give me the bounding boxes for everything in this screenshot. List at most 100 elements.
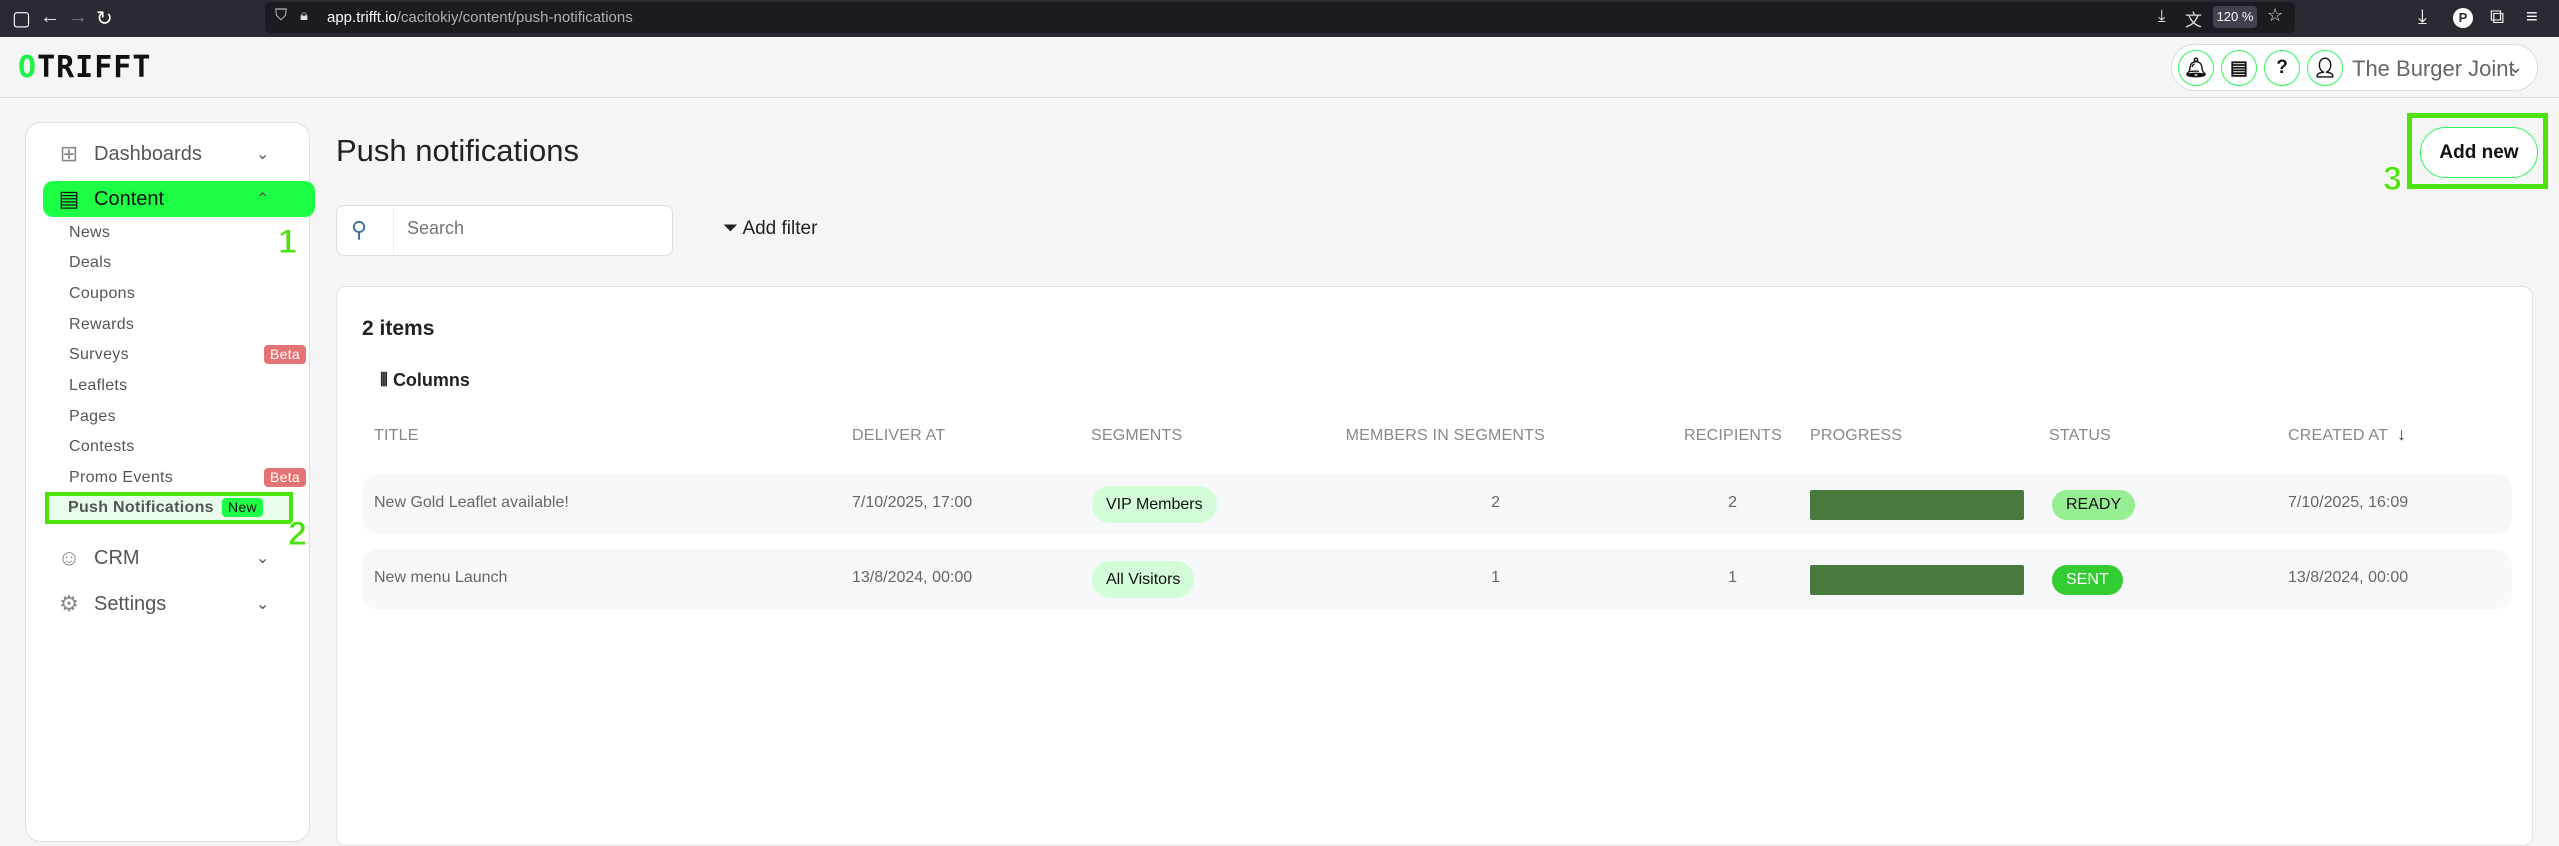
- bookmark-star-icon[interactable]: ☆: [2267, 5, 2283, 26]
- sidebar-label: Content: [94, 187, 165, 210]
- shield-icon[interactable]: ⛉: [275, 7, 287, 25]
- progress-bar: [1810, 490, 2024, 520]
- columns-button[interactable]: ⦀ Columns: [380, 370, 470, 391]
- url-domain: app.trifft.io: [327, 9, 397, 26]
- downloads-icon[interactable]: ⤓: [2418, 6, 2427, 29]
- sidebar-item-crm[interactable]: ☺ CRM ⌄: [26, 540, 311, 576]
- chevron-down-icon: ⌄: [256, 146, 270, 163]
- sidebar-subitem-push-notifications[interactable]: Push Notifications New: [45, 492, 293, 524]
- search-icon: ⚲: [351, 217, 368, 242]
- status-badge: SENT: [2052, 565, 2123, 595]
- sidebar-subitem-contests[interactable]: Contests: [69, 435, 135, 459]
- gear-icon: ⚙: [59, 591, 79, 616]
- row-members: 2: [1491, 494, 1500, 511]
- sidebar-item-settings[interactable]: ⚙ Settings ⌄: [26, 586, 311, 622]
- chevron-up-icon: ⌃: [256, 191, 270, 208]
- save-page-icon[interactable]: ⤓: [2158, 6, 2166, 26]
- extensions-icon[interactable]: ⧉: [2490, 6, 2504, 29]
- profile-icon[interactable]: P: [2453, 8, 2473, 28]
- item-count: 2 items: [362, 317, 435, 340]
- notifications-table-card: 2 items ⦀ Columns TITLE DELIVER AT SEGME…: [336, 286, 2533, 846]
- sidebar-subitem-news[interactable]: News: [69, 221, 110, 245]
- sidebar-subitem-rewards[interactable]: Rewards: [69, 313, 134, 337]
- sidebar-label: Surveys: [69, 346, 129, 363]
- add-filter-button[interactable]: ⏷ Add filter: [723, 218, 817, 240]
- bell-icon[interactable]: 🔔︎: [2178, 50, 2214, 86]
- search-input[interactable]: [407, 218, 657, 239]
- forward-icon[interactable]: →: [68, 6, 88, 29]
- chevron-down-icon[interactable]: ⌄: [2508, 57, 2523, 78]
- progress-bar: [1810, 565, 2024, 595]
- divider: [393, 206, 394, 255]
- table-row[interactable]: New menu Launch 13/8/2024, 00:00 All Vis…: [362, 549, 2512, 609]
- row-recipients: 2: [1728, 494, 1737, 511]
- chat-icon[interactable]: ▤: [2221, 50, 2257, 86]
- column-header-recipients[interactable]: RECIPIENTS: [1684, 427, 1782, 445]
- column-header-members[interactable]: MEMBERS IN SEGMENTS: [1346, 427, 1545, 445]
- new-badge: New: [222, 498, 263, 517]
- url-bar[interactable]: ⛉ 🔒︎ app.trifft.io/cacitokiy/content/pus…: [265, 2, 2295, 33]
- add-filter-label: Add filter: [742, 218, 818, 239]
- row-deliver-at: 7/10/2025, 17:00: [852, 494, 973, 511]
- column-header-progress[interactable]: PROGRESS: [1810, 427, 1902, 445]
- search-box: ⚲: [336, 205, 673, 256]
- row-members: 1: [1491, 569, 1500, 586]
- row-created-at: 7/10/2025, 16:09: [2288, 494, 2409, 511]
- column-header-status[interactable]: STATUS: [2049, 427, 2111, 445]
- account-name: The Burger Joint: [2352, 56, 2515, 81]
- segment-chip: All Visitors: [1092, 561, 1195, 598]
- smiley-icon: ☺: [57, 545, 81, 570]
- column-header-title[interactable]: TITLE: [374, 427, 419, 445]
- grid-icon: ⊞: [59, 141, 79, 166]
- segment-chip: VIP Members: [1092, 486, 1217, 523]
- row-created-at: 13/8/2024, 00:00: [2288, 569, 2409, 586]
- sidebar-subitem-pages[interactable]: Pages: [69, 405, 116, 429]
- chevron-down-icon: ⌄: [256, 596, 270, 613]
- logo[interactable]: OTRIFFT: [18, 50, 151, 85]
- sidebar-label: Settings: [94, 592, 167, 615]
- user-icon[interactable]: 👤︎: [2307, 50, 2343, 86]
- sidebar-subitem-leaflets[interactable]: Leaflets: [69, 374, 127, 398]
- sidebar-item-dashboards[interactable]: ⊞ Dashboards ⌄: [26, 136, 311, 172]
- annotation-1: 1: [278, 223, 298, 262]
- menu-icon[interactable]: ≡: [2526, 6, 2538, 29]
- row-recipients: 1: [1728, 569, 1737, 586]
- annotation-3: 3: [2383, 160, 2403, 199]
- sidebar-subitem-promo-events[interactable]: Promo Events Beta: [69, 466, 306, 490]
- document-icon: ▤: [58, 186, 80, 211]
- chevron-down-icon: ⌄: [256, 550, 270, 567]
- sidebar-label: CRM: [94, 546, 140, 569]
- filter-icon: ⏷: [723, 218, 739, 239]
- sidebar-item-content[interactable]: ▤ Content ⌃: [43, 181, 315, 217]
- url-text[interactable]: app.trifft.io/cacitokiy/content/push-not…: [327, 9, 633, 26]
- row-title: New menu Launch: [374, 569, 508, 586]
- row-deliver-at: 13/8/2024, 00:00: [852, 569, 973, 586]
- sidebar-label: Dashboards: [94, 142, 202, 165]
- sidebar-subitem-coupons[interactable]: Coupons: [69, 282, 135, 306]
- sort-down-arrow-icon[interactable]: ↓: [2397, 424, 2406, 445]
- progress-fill: [1810, 565, 2024, 595]
- lock-icon[interactable]: 🔒︎: [300, 7, 308, 24]
- column-header-deliver-at[interactable]: DELIVER AT: [852, 427, 945, 445]
- help-icon[interactable]: ?: [2264, 50, 2300, 86]
- sidebar-toggle-icon[interactable]: ▢: [12, 6, 31, 31]
- sidebar-subitem-deals[interactable]: Deals: [69, 251, 111, 275]
- beta-badge: Beta: [264, 345, 306, 364]
- columns-icon: ⦀: [380, 370, 388, 390]
- add-new-button[interactable]: Add new: [2420, 127, 2538, 178]
- sidebar-label: Push Notifications: [68, 499, 214, 516]
- sidebar: ⊞ Dashboards ⌄ ▤ Content ⌃ 1 News Deals Coup…: [25, 122, 315, 842]
- app-header: OTRIFFT 🔔︎ ▤ ? 👤︎ The Burger Joint ⌄: [0, 37, 2559, 98]
- reload-icon[interactable]: ↻: [96, 6, 113, 31]
- back-icon[interactable]: ←: [40, 6, 60, 29]
- table-row[interactable]: New Gold Leaflet available! 7/10/2025, 1…: [362, 474, 2512, 534]
- translate-icon[interactable]: 文: [2185, 6, 2202, 31]
- page-title: Push notifications: [336, 133, 579, 168]
- column-header-segments[interactable]: SEGMENTS: [1091, 427, 1182, 445]
- browser-toolbar: ▢ ← → ↻ ⛉ 🔒︎ app.trifft.io/cacitokiy/con…: [0, 0, 2559, 37]
- user-menu[interactable]: 🔔︎ ▤ ? 👤︎ The Burger Joint ⌄: [2171, 44, 2538, 91]
- sidebar-subitem-surveys[interactable]: Surveys Beta: [69, 343, 306, 367]
- zoom-level[interactable]: 120 %: [2213, 6, 2257, 28]
- column-header-created-at[interactable]: CREATED AT: [2288, 427, 2388, 445]
- progress-fill: [1810, 490, 2024, 520]
